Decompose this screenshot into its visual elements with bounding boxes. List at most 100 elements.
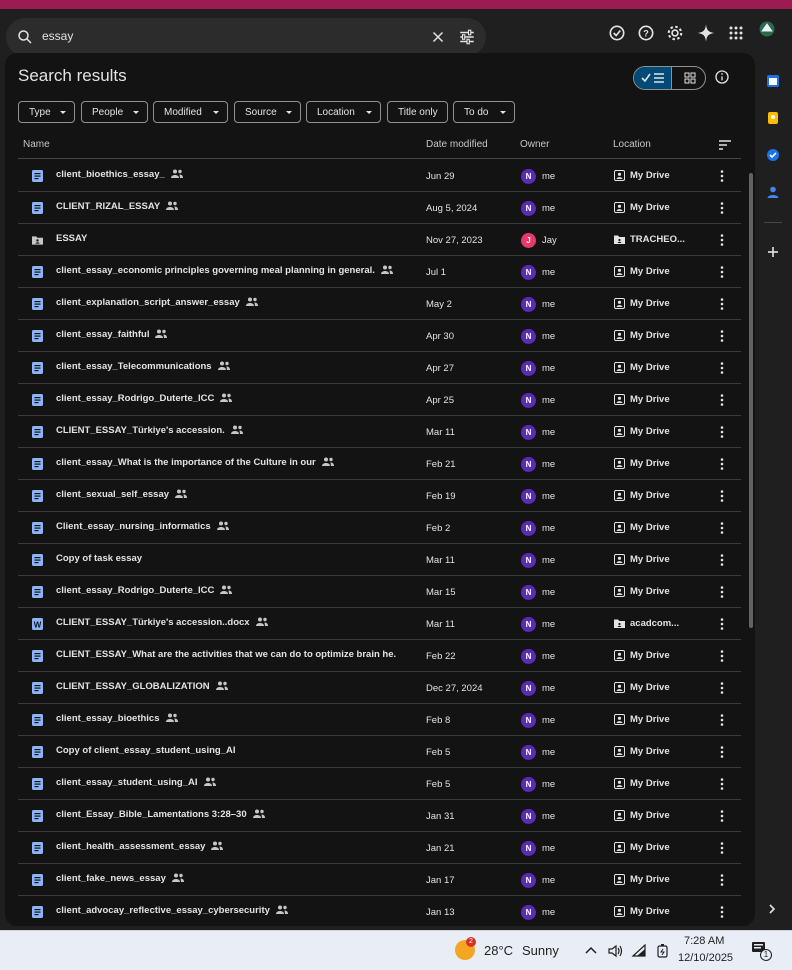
more-actions-icon[interactable] [720,233,724,247]
file-location[interactable]: My Drive [630,298,670,309]
keep-icon[interactable] [766,111,780,125]
search-bar[interactable]: essay [6,18,486,56]
file-row[interactable]: client_essay_Rodrigo_Duterte_ICC Apr 25 Nm… [18,384,741,416]
file-name[interactable]: client_fake_news_essay [56,873,184,884]
search-icon[interactable] [16,28,34,46]
file-row[interactable]: client_advocay_reflective_essay_cybersec… [18,896,741,926]
file-row[interactable]: client_sexual_self_essay Feb 19 Nme My Driv… [18,480,741,512]
file-location[interactable]: My Drive [630,746,670,757]
expand-side-panel-icon[interactable] [766,903,778,915]
file-row[interactable]: client_Essay_Bible_Lamentations 3:28–30 J… [18,800,741,832]
file-name[interactable]: client_health_assessment_essay [56,841,224,852]
file-row[interactable]: CLIENT_RIZAL_ESSAY Aug 5, 2024 Nme My Drive [18,192,741,224]
more-actions-icon[interactable] [720,905,724,919]
file-name[interactable]: CLIENT_ESSAY_Türkiye's accession..docx [56,617,268,628]
more-actions-icon[interactable] [720,585,724,599]
filter-title-only[interactable]: Title only [387,101,448,123]
file-location[interactable]: My Drive [630,394,670,405]
file-row[interactable]: ESSAY Nov 27, 2023 J Jay TRACHEO... [18,224,741,256]
battery-plugged-icon[interactable] [655,943,671,959]
more-actions-icon[interactable] [720,809,724,823]
speaker-volume-icon[interactable] [607,943,623,959]
file-location[interactable]: My Drive [630,586,670,597]
more-actions-icon[interactable] [720,201,724,215]
file-location[interactable]: My Drive [630,202,670,213]
more-actions-icon[interactable] [720,841,724,855]
file-name[interactable]: Client_essay_nursing_informatics [56,521,229,532]
file-location[interactable]: My Drive [630,714,670,725]
file-row[interactable]: CLIENT_ESSAY_What are the activities tha… [18,640,741,672]
file-name[interactable]: ESSAY [56,233,87,244]
file-row[interactable]: client_fake_news_essay Jan 17 Nme My Drive [18,864,741,896]
file-name[interactable]: CLIENT_ESSAY_GLOBALIZATION [56,681,228,692]
file-location[interactable]: My Drive [630,682,670,693]
file-name[interactable]: Copy of task essay [56,553,142,564]
more-actions-icon[interactable] [720,425,724,439]
more-actions-icon[interactable] [720,457,724,471]
file-location[interactable]: My Drive [630,810,670,821]
file-row[interactable]: client_health_assessment_essay Jan 21 Nme M… [18,832,741,864]
scrollbar[interactable] [749,173,753,628]
file-name[interactable]: client_essay_bioethics [56,713,178,724]
column-location[interactable]: Location [613,139,651,150]
filter-to-do[interactable]: To do [453,101,515,123]
search-input[interactable]: essay [42,29,73,43]
file-row[interactable]: W CLIENT_ESSAY_Türkiye's accession..docx M… [18,608,741,640]
more-actions-icon[interactable] [720,649,724,663]
wifi-icon[interactable] [631,943,647,959]
file-location[interactable]: My Drive [630,266,670,277]
file-name[interactable]: client_essay_student_using_AI [56,777,216,788]
file-name[interactable]: client_essay_Rodrigo_Duterte_ICC [56,585,233,596]
file-row[interactable]: Copy of client_essay_student_using_AI Feb… [18,736,741,768]
file-row[interactable]: client_essay_Telecommunications Apr 27 Nme… [18,352,741,384]
calendar-icon[interactable] [766,74,780,88]
column-name[interactable]: Name [23,139,50,150]
file-name[interactable]: Copy of client_essay_student_using_AI [56,745,236,756]
file-row[interactable]: client_essay_faithful Apr 30 Nme My Drive [18,320,741,352]
gemini-sparkle-icon[interactable] [696,23,716,43]
more-actions-icon[interactable] [720,297,724,311]
file-name[interactable]: CLIENT_ESSAY_What are the activities tha… [56,649,396,660]
filter-location[interactable]: Location [306,101,381,123]
file-name[interactable]: client_essay_economic principles governi… [56,265,393,276]
more-actions-icon[interactable] [720,713,724,727]
file-name[interactable]: client_essay_faithful [56,329,168,340]
file-row[interactable]: CLIENT_ESSAY_GLOBALIZATION Dec 27, 2024 Nm… [18,672,741,704]
file-location[interactable]: My Drive [630,362,670,373]
file-row[interactable]: client_essay_bioethics Feb 8 Nme My Drive [18,704,741,736]
file-location[interactable]: My Drive [630,554,670,565]
file-name[interactable]: client_essay_Telecommunications [56,361,230,372]
more-actions-icon[interactable] [720,489,724,503]
file-location[interactable]: My Drive [630,170,670,181]
show-hidden-icons-chevron-icon[interactable] [583,943,599,959]
help-icon[interactable]: ? [636,23,656,43]
filter-type[interactable]: Type [18,101,75,123]
file-row[interactable]: Copy of task essay Mar 11 Nme My Drive [18,544,741,576]
more-actions-icon[interactable] [720,681,724,695]
column-owner[interactable]: Owner [520,139,549,150]
file-name[interactable]: client_essay_Rodrigo_Duterte_ICC [56,393,233,404]
filter-modified[interactable]: Modified [153,101,228,123]
file-name[interactable]: client_sexual_self_essay [56,489,188,500]
more-actions-icon[interactable] [720,265,724,279]
file-row[interactable]: client_essay_What is the importance of t… [18,448,741,480]
more-actions-icon[interactable] [720,873,724,887]
sort-icon[interactable] [718,139,732,151]
file-location[interactable]: My Drive [630,490,670,501]
file-location[interactable]: My Drive [630,778,670,789]
column-date-modified[interactable]: Date modified [426,139,488,150]
file-location[interactable]: acadcom... [630,618,679,629]
file-name[interactable]: client_advocay_reflective_essay_cybersec… [56,905,288,916]
tasks-icon[interactable] [766,148,780,162]
file-name[interactable]: CLIENT_RIZAL_ESSAY [56,201,179,212]
file-row[interactable]: client_essay_economic principles governi… [18,256,741,288]
file-name[interactable]: client_Essay_Bible_Lamentations 3:28–30 [56,809,265,820]
contacts-icon[interactable] [766,185,780,199]
grid-view-button[interactable] [671,67,705,89]
clear-search-icon[interactable] [429,28,447,46]
search-options-icon[interactable] [458,28,476,46]
file-row[interactable]: client_essay_student_using_AI Feb 5 Nme My … [18,768,741,800]
filter-source[interactable]: Source [234,101,301,123]
info-icon[interactable] [714,69,730,85]
file-location[interactable]: My Drive [630,458,670,469]
